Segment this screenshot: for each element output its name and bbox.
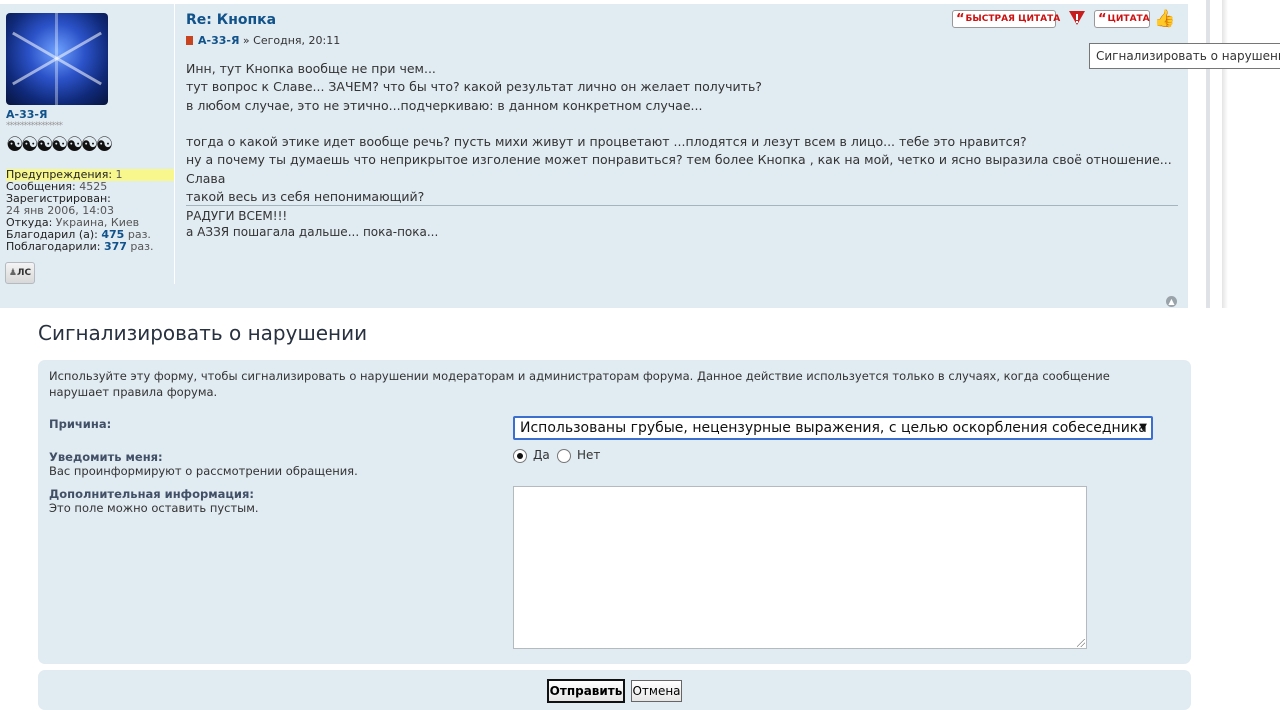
quote-mark-icon: “ xyxy=(956,12,965,27)
post-meta: А-33-Я » Сегодня, 20:11 xyxy=(186,34,340,47)
pm-button[interactable]: ♟ЛС xyxy=(5,262,35,284)
signature-line: а АЗЗЯ пошагала дальше... пока-пока... xyxy=(186,224,439,239)
post-line: ну а почему ты думаешь что неприкрытое и… xyxy=(186,152,1172,186)
was-thanked-unit: раз. xyxy=(130,240,154,253)
post-profile: А-33-Я **************** ☯☯☯☯☯☯☯ Предупре… xyxy=(0,4,175,284)
user-icon: ♟ xyxy=(8,268,17,278)
signature: РАДУГИ ВСЕМ!!! а АЗЗЯ пошагала дальше...… xyxy=(186,209,438,240)
quote-label: ЦИТАТА xyxy=(1107,14,1150,24)
back-to-top-icon[interactable]: ▲ xyxy=(1166,296,1177,307)
report-title: Сигнализировать о нарушении xyxy=(38,321,368,345)
report-description: Используйте эту форму, чтобы сигнализиро… xyxy=(49,369,1110,399)
post-line: Инн, тут Кнопка вообще не при чем... xyxy=(186,61,436,76)
post-line: в любом случае, это не этично...подчерки… xyxy=(186,97,703,113)
resize-grip-icon[interactable] xyxy=(1077,639,1085,647)
notify-description: Вас проинформируют о рассмотрении обраще… xyxy=(49,464,358,478)
profile-was-thanked: Поблагодарили: 377 раз. xyxy=(6,241,153,253)
was-thanked-label: Поблагодарили: xyxy=(6,240,101,253)
post-content: Инн, тут Кнопка вообще не при чем... тут… xyxy=(186,60,1176,206)
notify-no-radio[interactable] xyxy=(557,449,571,463)
report-button[interactable] xyxy=(1068,10,1086,26)
quick-quote-label: БЫСТРАЯ ЦИТАТА xyxy=(965,14,1061,24)
reason-selected-value: Использованы грубые, нецензурные выражен… xyxy=(520,420,1147,436)
reason-label: Причина: xyxy=(49,417,112,431)
cancel-button[interactable]: Отмена xyxy=(631,680,682,702)
profile-username[interactable]: А-33-Я xyxy=(6,108,47,121)
notify-yes-label[interactable]: Да xyxy=(533,448,550,462)
dropdown-arrow-icon: ▼ xyxy=(1139,422,1147,433)
quick-quote-button[interactable]: “БЫСТРАЯ ЦИТАТА xyxy=(952,10,1060,28)
pm-label: ЛС xyxy=(16,268,32,278)
info-textarea[interactable] xyxy=(513,486,1087,649)
reason-select[interactable]: Использованы грубые, нецензурные выражен… xyxy=(513,416,1153,440)
profile-rank-stars: **************** xyxy=(6,121,63,131)
warnings-value: 1 xyxy=(115,168,123,181)
info-description: Это поле можно оставить пустым. xyxy=(49,501,259,515)
thumbs-up-icon[interactable]: 👍 xyxy=(1154,9,1175,29)
post-line: такой весь из себя непонимающий? xyxy=(186,189,425,205)
quote-button[interactable]: “ЦИТАТА xyxy=(1094,10,1150,28)
avatar-star-ray xyxy=(55,13,58,105)
quote-mark-icon: “ xyxy=(1098,12,1107,27)
post: А-33-Я **************** ☯☯☯☯☯☯☯ Предупре… xyxy=(0,4,1188,308)
notify-label: Уведомить меня: xyxy=(49,450,163,464)
post-title[interactable]: Re: Кнопка xyxy=(186,12,276,28)
report-form: Используйте эту форму, чтобы сигнализиро… xyxy=(38,360,1191,664)
profile-rank-icons: ☯☯☯☯☯☯☯ xyxy=(6,132,114,156)
meta-separator: » xyxy=(242,34,250,47)
was-thanked-value[interactable]: 377 xyxy=(104,240,127,253)
form-buttons-panel: Отправить Отмена xyxy=(38,670,1191,710)
submit-button[interactable]: Отправить xyxy=(547,679,625,703)
avatar[interactable] xyxy=(6,13,108,105)
info-label: Дополнительная информация: xyxy=(49,487,254,501)
post-time: Сегодня, 20:11 xyxy=(253,34,341,47)
post-line: тут вопрос к Славе... ЗАЧЕМ? что бы что?… xyxy=(186,79,762,95)
signature-divider xyxy=(186,205,1178,206)
signature-line: РАДУГИ ВСЕМ!!! xyxy=(186,209,288,223)
post-line: тогда о какой этике идет вообще речь? пу… xyxy=(186,134,1027,150)
post-author[interactable]: А-33-Я xyxy=(198,34,239,47)
notify-yes-radio[interactable] xyxy=(513,449,527,463)
post-icon xyxy=(186,36,193,45)
notify-no-label[interactable]: Нет xyxy=(577,448,600,462)
report-tooltip: Сигнализировать о нарушении xyxy=(1089,43,1280,69)
post-line xyxy=(186,115,1176,133)
